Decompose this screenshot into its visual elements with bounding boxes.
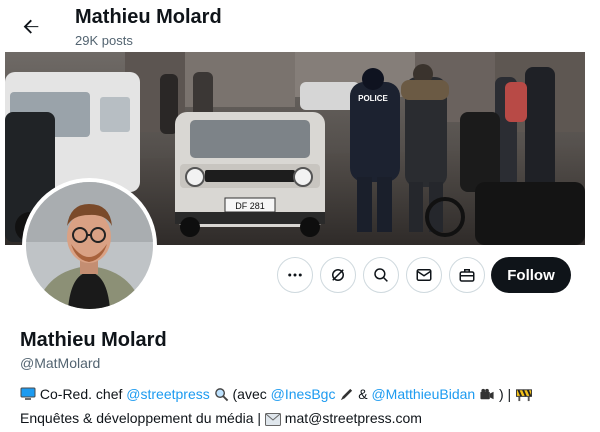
bio-text-1: Co-Red. chef bbox=[39, 386, 127, 402]
license-plate-text: DF 281 bbox=[235, 201, 265, 211]
back-button[interactable] bbox=[16, 12, 46, 42]
arrow-left-icon bbox=[23, 19, 39, 34]
construction-icon bbox=[515, 387, 533, 408]
profile-handle: @MatMolard bbox=[20, 355, 101, 371]
bio-text-3: & bbox=[354, 386, 372, 402]
message-button[interactable] bbox=[406, 257, 442, 293]
search-icon bbox=[374, 268, 388, 282]
mention-streetpress-link[interactable]: @streetpress bbox=[126, 386, 209, 402]
police-label-text: POLICE bbox=[358, 94, 388, 103]
profile-avatar[interactable] bbox=[22, 178, 157, 313]
envelope-icon bbox=[416, 269, 432, 281]
pen-icon bbox=[339, 387, 354, 408]
grok-icon bbox=[332, 269, 344, 281]
computer-icon bbox=[20, 386, 36, 408]
mention-matthieubidan-link[interactable]: @MatthieuBidan bbox=[371, 386, 475, 402]
bio-text-4: ) | bbox=[495, 386, 516, 402]
bio-text-5: Enquêtes & développement du média | bbox=[20, 410, 265, 426]
subscribe-button[interactable] bbox=[449, 257, 485, 293]
email-icon bbox=[264, 411, 281, 432]
search-profile-button[interactable] bbox=[363, 257, 399, 293]
bio-text-2: (avec bbox=[228, 386, 271, 402]
profile-name: Mathieu Molard bbox=[20, 329, 167, 351]
bio-email-text: mat@streetpress.com bbox=[280, 410, 422, 426]
follow-button[interactable]: Follow bbox=[491, 257, 571, 293]
header-name: Mathieu Molard bbox=[75, 6, 222, 28]
profile-bio: Co-Red. chef @streetpress (avec @InesBgc… bbox=[20, 384, 580, 432]
mention-inesbgc-link[interactable]: @InesBgc bbox=[271, 386, 336, 402]
more-options-button[interactable] bbox=[277, 257, 313, 293]
header-post-count: 29K posts bbox=[75, 33, 133, 48]
magnifier-icon bbox=[214, 387, 229, 408]
camera-icon bbox=[479, 387, 495, 408]
top-bar: Mathieu Molard 29K posts bbox=[0, 0, 600, 52]
briefcase-icon bbox=[459, 269, 475, 282]
grok-button[interactable] bbox=[320, 257, 356, 293]
more-icon bbox=[288, 273, 302, 277]
